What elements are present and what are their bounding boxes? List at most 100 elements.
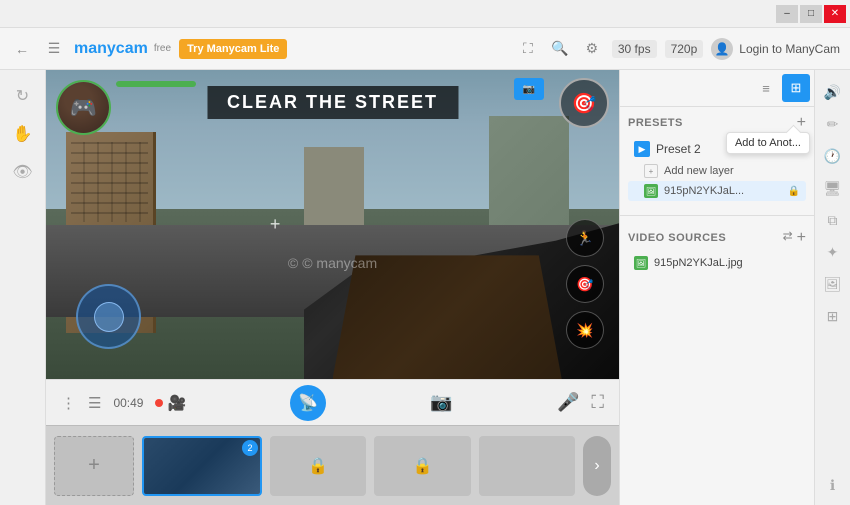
presets-header: PRESETS + [628,115,806,131]
sources-title: VIDEO SOURCES [628,232,726,244]
scope-overlay: 🎯 [559,78,609,128]
left-sidebar: ↻ ✋ 👁 [0,70,46,505]
joystick-inner [94,302,124,332]
layer-lock-icon: 🔒 [788,186,800,197]
game-scene: Clear THE STREET 🎮 🎯 📷 © © manycam 🏃 🎯 [46,70,619,379]
far-icon-info[interactable]: ℹ [819,471,847,499]
far-right-strip: 🔊 ✏ 🕐 🖥 ⧉ ✦ 🖼 ⊞ ℹ [814,70,850,505]
layer-img-icon: 🖼 [644,184,658,198]
source-name: 915pN2YKJaL.jpg [654,257,743,269]
login-area[interactable]: 👤 Login to ManyCam [711,38,840,60]
login-label: Login to ManyCam [739,42,840,56]
far-icon-grid[interactable]: ⊞ [819,302,847,330]
right-panel: Add to Anot... ≡ ⊞ PRESETS + ▶ Preset 2 … [619,70,814,505]
settings-icon[interactable]: ⚙ [580,37,604,61]
presets-section: PRESETS + ▶ Preset 2 + Add new layer 🖼 9… [620,107,814,209]
close-button[interactable]: ✕ [824,5,846,23]
user-avatar: 👤 [711,38,733,60]
preset-icon: ▶ [634,141,650,157]
layer-name: 915pN2YKJaL... [664,185,782,197]
back-icon[interactable]: ← [10,37,34,61]
lock-placeholder-1: 🔒 [270,436,366,496]
far-icon-monitor[interactable]: 🖥 [819,174,847,202]
sidebar-eye-icon[interactable]: 👁 [7,156,39,188]
add-scene-label: + [88,454,100,477]
action-aim-btn[interactable]: 🎯 [566,265,604,303]
title-bar: – □ ✕ [0,0,850,28]
controls-bar: ⋮ ☰ 00:49 🎥 📡 📷 🎤 ⛶ [46,379,619,425]
hud-title: Clear THE STREET [207,86,458,119]
action-shoot-btn[interactable]: 💥 [566,311,604,349]
camera-badge: 📷 [514,78,544,100]
add-layer-icon: + [644,164,658,178]
add-layer-item[interactable]: + Add new layer [628,161,806,181]
panel-icon-1[interactable]: ≡ [752,74,780,102]
add-layer-label: Add new layer [664,165,800,177]
crop-icon[interactable]: ⛶ [516,37,540,61]
live-button[interactable]: 📡 [290,385,326,421]
sources-add-button[interactable]: + [797,230,806,246]
hands-overlay [333,255,562,379]
camera-record-icon[interactable]: 🎥 [167,394,186,412]
hud-avatar: 🎮 [56,80,111,135]
far-icon-clock[interactable]: 🕐 [819,142,847,170]
logo-area: manycam free [74,40,171,58]
scene-badge: 2 [242,440,258,456]
free-label: free [154,43,171,54]
right-top-icons: ≡ ⊞ [620,70,814,107]
presets-title: PRESETS [628,117,683,129]
scenes-list-icon[interactable]: ☰ [88,394,101,412]
fullscreen-icon[interactable]: ⛶ [591,392,604,413]
next-scene-button[interactable]: › [583,436,611,496]
more-options-icon[interactable]: ⋮ [61,394,76,412]
sources-header: VIDEO SOURCES ⇄ + [628,230,806,246]
video-preview: Clear THE STREET 🎮 🎯 📷 © © manycam 🏃 🎯 [46,70,619,379]
far-icon-image[interactable]: 🖼 [819,270,847,298]
lock-placeholder-3 [479,436,575,496]
center-area: Clear THE STREET 🎮 🎯 📷 © © manycam 🏃 🎯 [46,70,619,505]
far-icon-brush[interactable]: ✏ [819,110,847,138]
watermark-text: © manycam [302,255,377,271]
main-content: ↻ ✋ 👁 Clear THE STREET [0,70,850,505]
fps-display: 30 fps [612,40,657,58]
brand-name: manycam [74,40,148,58]
preset-name: Preset 2 [656,142,701,156]
sources-adjust-button[interactable]: ⇄ [783,230,793,246]
far-icon-volume[interactable]: 🔊 [819,78,847,106]
action-run-btn[interactable]: 🏃 [566,219,604,257]
sidebar-rotate-icon[interactable]: ↻ [7,80,39,112]
title-bar-controls: – □ ✕ [776,5,846,23]
try-button[interactable]: Try Manycam Lite [179,39,287,59]
watermark: © © manycam [288,255,377,271]
tooltip: Add to Anot... [726,132,810,154]
mic-icon[interactable]: 🎤 [557,392,579,413]
far-icon-layers[interactable]: ⧉ [819,206,847,234]
screenshot-button[interactable]: 📷 [430,392,452,413]
far-icon-magic[interactable]: ✦ [819,238,847,266]
zoom-icon[interactable]: 🔍 [548,37,572,61]
lock-placeholder-2: 🔒 [374,436,470,496]
health-bar [116,81,196,87]
add-scene-button[interactable]: + [54,436,134,496]
minimize-button[interactable]: – [776,5,798,23]
thumbnail-strip: + 2 🔒 🔒 › [46,425,619,505]
resolution-display: 720p [665,40,704,58]
top-toolbar: ← ☰ manycam free Try Manycam Lite ⛶ 🔍 ⚙ … [0,28,850,70]
panel-icon-2[interactable]: ⊞ [782,74,810,102]
video-sources-section: VIDEO SOURCES ⇄ + 🖼 915pN2YKJaL.jpg [620,222,814,282]
rec-indicator: 🎥 [155,394,186,412]
source-icon: 🖼 [634,256,648,270]
joystick[interactable] [76,284,141,349]
restore-button[interactable]: □ [800,5,822,23]
rec-dot [155,399,163,407]
layer-item[interactable]: 🖼 915pN2YKJaL... 🔒 [628,181,806,201]
action-buttons: 🏃 🎯 💥 [566,219,604,349]
time-display: 00:49 [113,396,143,410]
source-item[interactable]: 🖼 915pN2YKJaL.jpg [628,252,806,274]
scene-thumbnail[interactable]: 2 [142,436,262,496]
hud-avatar-inner: 🎮 [58,82,109,133]
divider [620,215,814,216]
sidebar-hand-icon[interactable]: ✋ [7,118,39,150]
menu-icon[interactable]: ☰ [42,37,66,61]
crosshair [265,215,285,235]
